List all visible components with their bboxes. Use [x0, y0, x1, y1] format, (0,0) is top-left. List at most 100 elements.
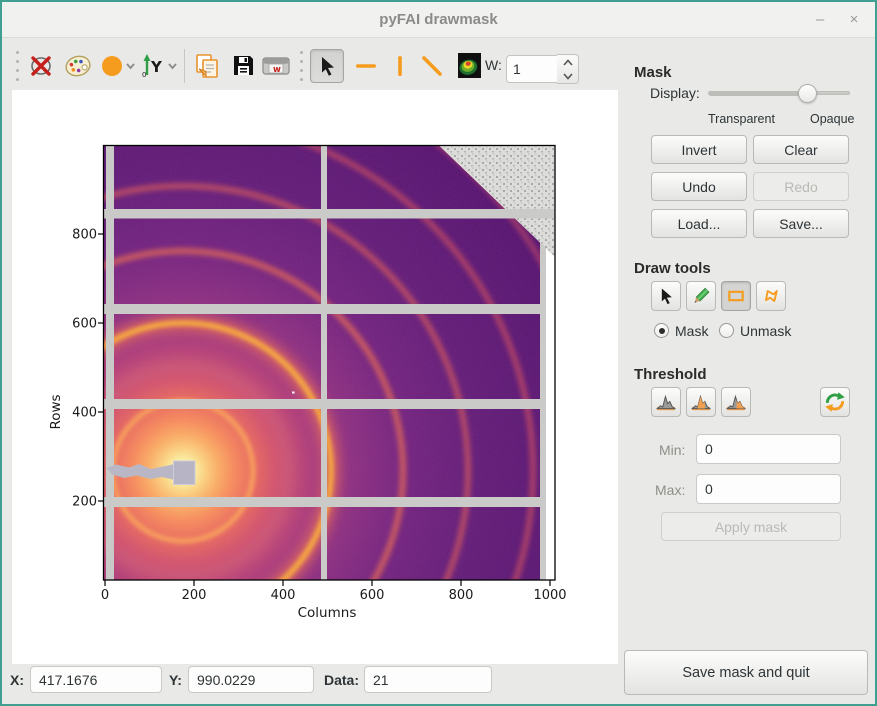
histogram-above-icon — [725, 391, 747, 413]
y-axis-direction-icon: Y 0 — [141, 52, 179, 80]
vline-tool-button[interactable] — [387, 53, 413, 79]
transparent-label: Transparent — [708, 112, 775, 126]
status-x-label: X: — [10, 672, 24, 688]
copy-icon — [193, 52, 221, 80]
unmask-radio-label: Unmask — [740, 323, 791, 339]
pencil-tool-icon — [691, 286, 711, 306]
svg-text:0: 0 — [142, 71, 146, 79]
y-tick-600: 600 — [72, 317, 97, 332]
hline-tool-icon — [353, 53, 379, 79]
status-y-label: Y: — [169, 672, 182, 688]
save-icon — [231, 53, 256, 78]
toolbar: Y 0 — [2, 44, 875, 88]
unmask-radio[interactable] — [719, 323, 734, 338]
print-button[interactable]: w — [261, 54, 291, 78]
max-input[interactable] — [696, 474, 841, 504]
polygon-tool-icon — [761, 286, 781, 306]
x-tick-200: 200 — [182, 588, 207, 603]
status-data-label: Data: — [324, 672, 359, 688]
threshold-between-button[interactable] — [686, 387, 716, 417]
mask-display-label: Display: — [650, 85, 700, 101]
toolbar-drag-handle[interactable] — [14, 51, 20, 81]
status-x-value[interactable] — [30, 666, 162, 693]
stepper-down-icon — [563, 73, 573, 80]
x-tick-800: 800 — [449, 588, 474, 603]
mask-radio-label: Mask — [675, 323, 708, 339]
print-icon: w — [261, 54, 291, 78]
pencil-width-stepper[interactable] — [557, 54, 579, 84]
rectangle-tool-button[interactable] — [721, 281, 751, 311]
x-tick-0: 0 — [101, 588, 109, 603]
save-mask-button[interactable]: Save... — [753, 209, 849, 238]
palette-icon — [64, 52, 93, 80]
browse-tool-button[interactable] — [651, 281, 681, 311]
x-tick-400: 400 — [271, 588, 296, 603]
beamstop-square-mask — [174, 461, 196, 485]
copy-button[interactable] — [193, 52, 221, 80]
line-tool-button[interactable] — [419, 53, 445, 79]
colormap-icon — [458, 53, 481, 78]
save-mask-quit-button[interactable]: Save mask and quit — [624, 650, 868, 695]
threshold-above-button[interactable] — [721, 387, 751, 417]
refresh-icon — [824, 391, 846, 413]
y-tick-200: 200 — [72, 495, 97, 510]
redo-button[interactable]: Redo — [753, 172, 849, 201]
apply-mask-button[interactable]: Apply mask — [661, 512, 841, 541]
opaque-label: Opaque — [810, 112, 854, 126]
hline-tool-button[interactable] — [353, 53, 379, 79]
y-tick-400: 400 — [72, 406, 97, 421]
pencil-width-input[interactable] — [506, 55, 558, 83]
invert-button[interactable]: Invert — [651, 135, 747, 164]
minimize-button[interactable]: – — [807, 8, 833, 32]
draw-tools-heading: Draw tools — [634, 260, 711, 277]
mask-radio[interactable] — [654, 323, 669, 338]
colormap-button[interactable] — [458, 53, 481, 78]
y-axis-direction-button[interactable]: Y 0 — [141, 52, 179, 80]
line-tool-icon — [419, 53, 445, 79]
save-button-toolbar[interactable] — [231, 53, 256, 78]
x-tick-1000: 1000 — [533, 588, 566, 603]
x-tick-600: 600 — [360, 588, 385, 603]
app-window: pyFAI drawmask – × — [0, 0, 877, 706]
vline-tool-icon — [387, 53, 413, 79]
y-tick-800: 800 — [72, 228, 97, 243]
mask-heading: Mask — [634, 64, 672, 81]
plot-canvas[interactable]: 0 200 400 600 800 1000 800 600 400 200 C… — [12, 90, 618, 664]
mask-transparency-slider-fill — [709, 92, 808, 96]
polygon-tool-button[interactable] — [756, 281, 786, 311]
plot-widget: 0 200 400 600 800 1000 800 600 400 200 C… — [12, 90, 618, 664]
threshold-below-button[interactable] — [651, 387, 681, 417]
palette-button[interactable] — [64, 52, 93, 80]
toolbar-separator — [184, 49, 185, 83]
reset-zoom-button[interactable] — [28, 53, 54, 79]
x-axis-label: Columns — [298, 605, 357, 621]
undo-button[interactable]: Undo — [651, 172, 747, 201]
svg-text:w: w — [273, 65, 281, 75]
status-y-value[interactable] — [188, 666, 314, 693]
title-bar: pyFAI drawmask – × — [2, 2, 875, 38]
rectangle-tool-icon — [726, 286, 746, 306]
stepper-up-icon — [563, 59, 573, 66]
pointer-tool-icon — [315, 54, 339, 78]
load-mask-button[interactable]: Load... — [651, 209, 747, 238]
clear-button[interactable]: Clear — [753, 135, 849, 164]
pencil-width-label: W: — [485, 57, 502, 73]
pencil-tool-button[interactable] — [686, 281, 716, 311]
pointer-tool-icon — [656, 286, 676, 306]
max-label: Max: — [655, 482, 685, 498]
status-data-value[interactable] — [364, 666, 492, 693]
y-axis-label: Rows — [48, 394, 64, 429]
histogram-between-icon — [690, 391, 712, 413]
pointer-tool-button[interactable] — [310, 49, 344, 83]
close-button[interactable]: × — [841, 8, 867, 32]
svg-text:Y: Y — [150, 58, 163, 76]
mask-transparency-slider-handle[interactable] — [798, 84, 817, 103]
min-input[interactable] — [696, 434, 841, 464]
window-title: pyFAI drawmask — [2, 11, 875, 28]
threshold-refresh-button[interactable] — [820, 387, 850, 417]
marker-color-button[interactable] — [100, 52, 136, 80]
min-label: Min: — [659, 442, 685, 458]
reset-zoom-icon — [28, 53, 54, 79]
marker-color-icon — [100, 52, 136, 80]
toolbar-drag-handle-2[interactable] — [298, 51, 304, 81]
